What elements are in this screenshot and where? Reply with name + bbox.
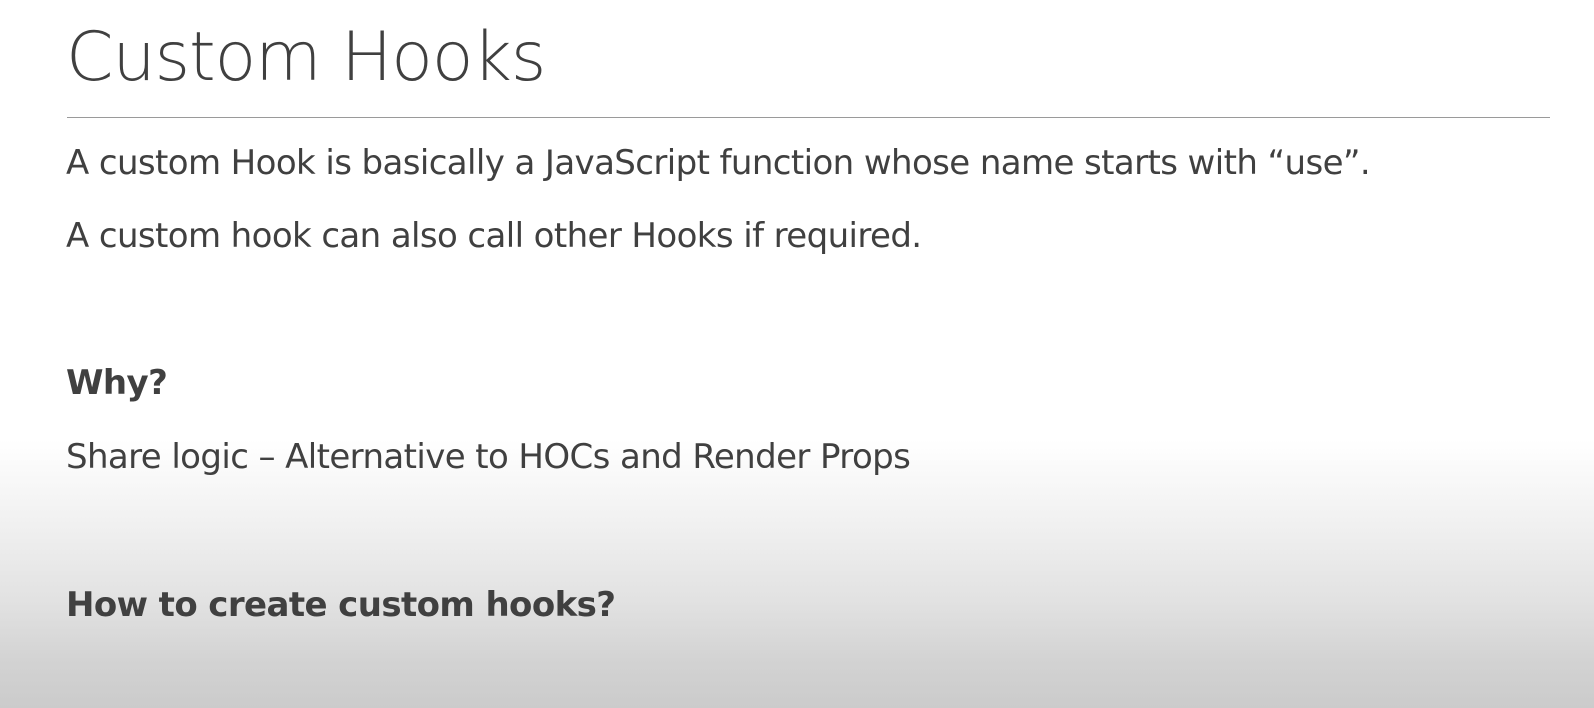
title-divider (67, 117, 1550, 118)
how-to-heading: How to create custom hooks? (66, 585, 616, 625)
definition-text: A custom Hook is basically a JavaScript … (66, 143, 1371, 183)
slide: Custom Hooks A custom Hook is basically … (0, 0, 1594, 708)
slide-title: Custom Hooks (66, 18, 546, 97)
share-logic-text: Share logic – Alternative to HOCs and Re… (66, 437, 911, 477)
hooks-call-text: A custom hook can also call other Hooks … (66, 216, 922, 256)
why-heading: Why? (66, 363, 168, 403)
